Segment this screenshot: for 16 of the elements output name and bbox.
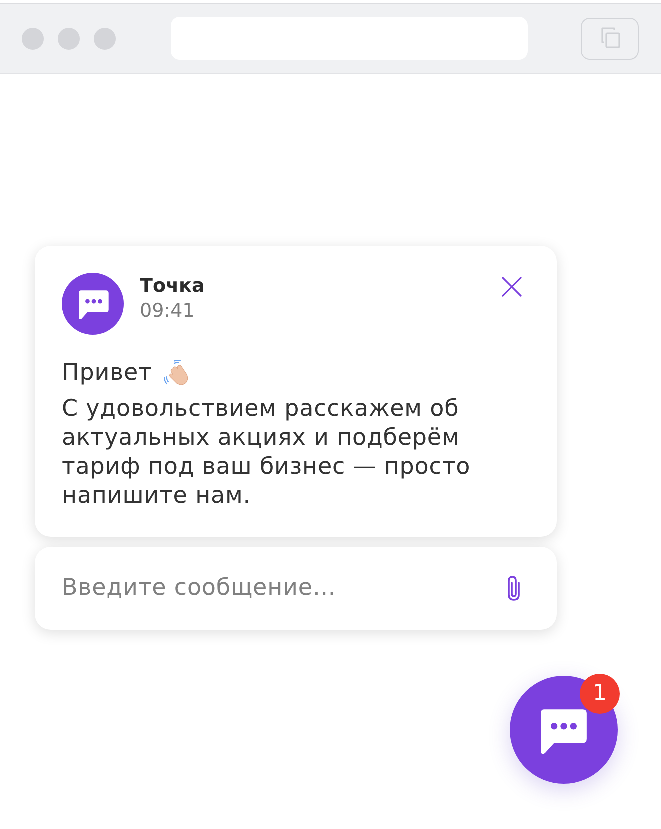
message-text: С удовольствием расскажем об актуальных акциях и подберём тариф под ваш бизнес — просто напишите нам. xyxy=(62,395,472,511)
copy-icon xyxy=(598,27,622,50)
window-dot-icon[interactable] xyxy=(94,28,116,50)
message-input[interactable]: Введите сообщение… xyxy=(62,572,503,606)
greeting-text: Привет xyxy=(62,359,152,388)
chat-avatar-icon xyxy=(62,273,124,335)
close-icon xyxy=(502,277,522,297)
message-time: 09:41 xyxy=(140,299,196,324)
sender-name: Точка xyxy=(140,274,205,298)
unread-count-badge: 1 xyxy=(580,674,620,714)
window-dot-icon[interactable] xyxy=(22,28,44,50)
copy-button[interactable] xyxy=(581,18,639,60)
paperclip-icon xyxy=(506,575,522,602)
close-button[interactable] xyxy=(499,274,525,300)
chat-launcher-button[interactable]: 1 xyxy=(510,676,618,784)
window-dot-icon[interactable] xyxy=(58,28,80,50)
